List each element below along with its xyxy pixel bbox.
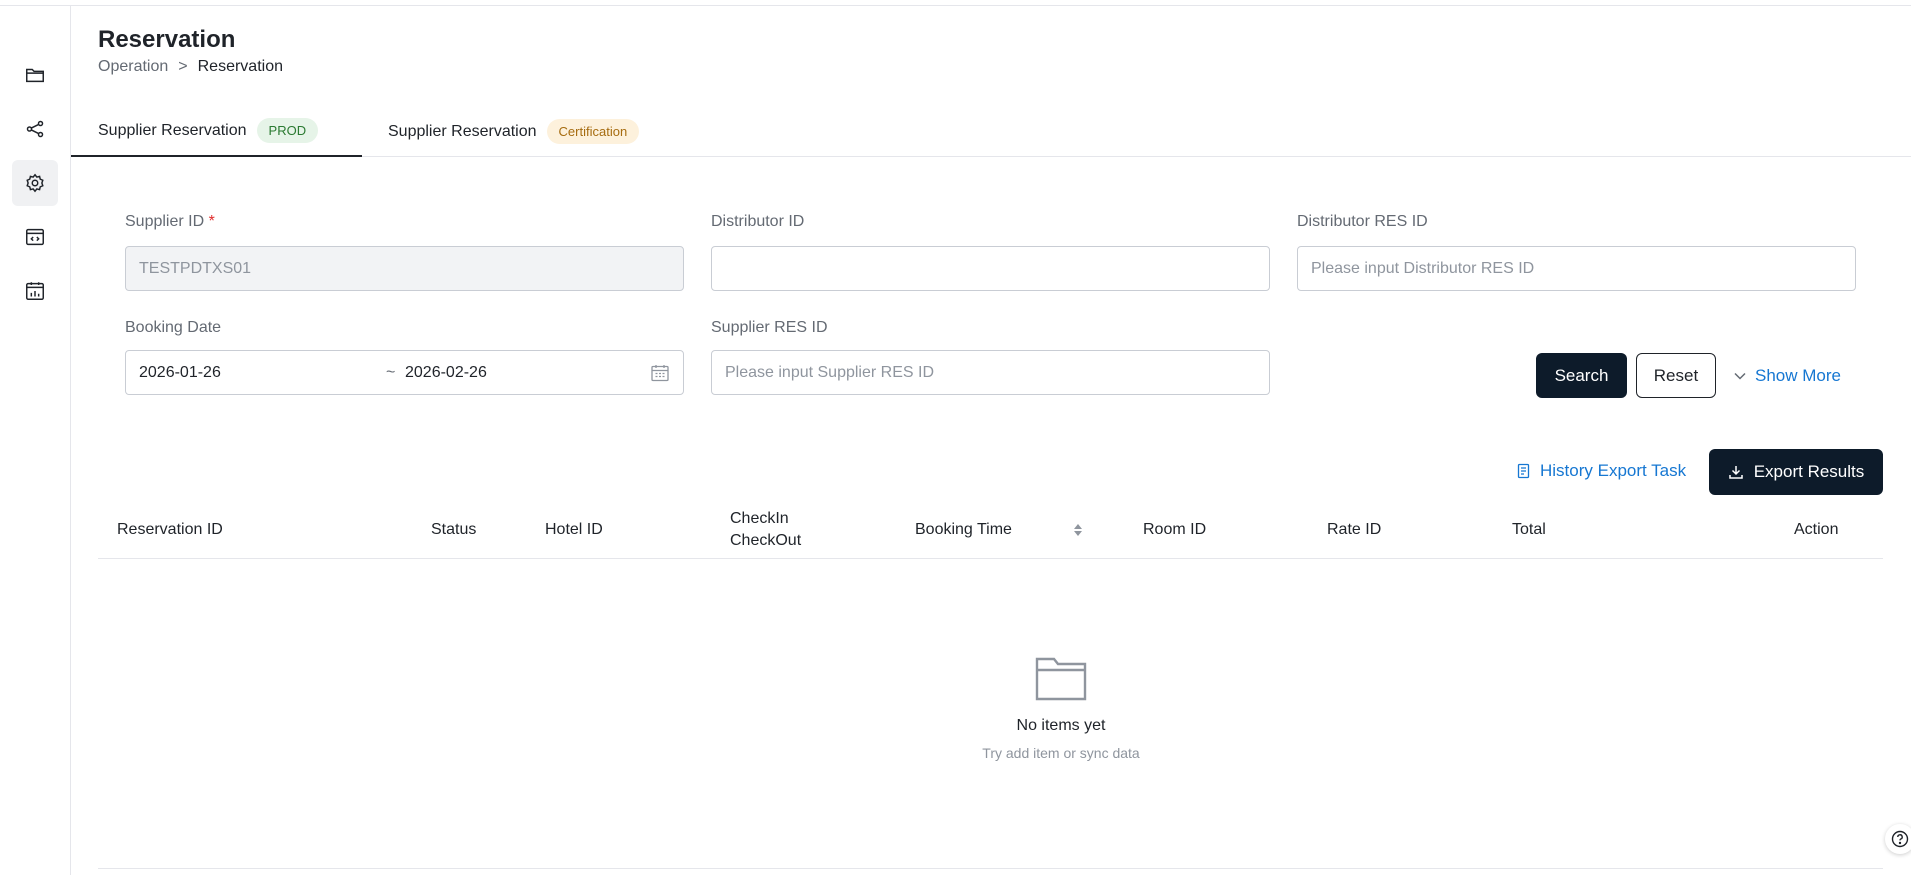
table-bottom-divider [98,868,1883,869]
column-rate-id: Rate ID [1327,521,1382,538]
sidebar-item-folder[interactable] [12,52,58,98]
breadcrumb-operation[interactable]: Operation [98,58,168,76]
supplier-id-value: TESTPDTXS01 [139,259,252,277]
booking-date-from: 2026-01-26 [139,363,221,381]
empty-folder-icon [1035,657,1087,701]
main-content: Reservation Operation > Reservation Supp… [71,6,1911,875]
chevron-down-icon [1734,372,1746,380]
booking-date-to: 2026-02-26 [405,363,487,381]
supplier-res-id-input[interactable]: Please input Supplier RES ID [711,350,1270,395]
history-export-task-link[interactable]: History Export Task [1516,461,1686,481]
supplier-id-input[interactable]: TESTPDTXS01 [125,246,684,291]
column-hotel-id: Hotel ID [545,521,603,538]
tab-bar: Supplier Reservation PROD Supplier Reser… [71,106,1911,157]
sidebar [0,6,71,875]
history-export-task-label: History Export Task [1540,461,1687,480]
supplier-id-label: Supplier ID * [125,213,215,231]
show-more-toggle[interactable]: Show More [1733,366,1841,386]
supplier-res-id-placeholder: Please input Supplier RES ID [725,363,934,381]
show-more-label: Show More [1755,366,1841,385]
sort-icon[interactable] [1072,522,1084,538]
breadcrumb: Operation > Reservation [98,58,283,76]
download-icon [1728,466,1743,479]
breadcrumb-separator: > [178,58,188,75]
breadcrumb-current: Reservation [197,58,283,75]
tab-label: Supplier Reservation [98,121,247,139]
export-results-button[interactable]: Export Results [1709,449,1883,495]
distributor-id-input[interactable] [711,246,1270,291]
tab-label: Supplier Reservation [388,122,537,140]
calendar-icon [651,365,669,382]
column-checkin-label: CheckIn [730,510,789,527]
table-header: Reservation ID Status Hotel ID CheckIn C… [98,501,1883,559]
distributor-res-id-input[interactable]: Please input Distributor RES ID [1297,246,1856,291]
page-title: Reservation [98,26,236,53]
share-icon [26,120,44,138]
distributor-res-id-placeholder: Please input Distributor RES ID [1311,259,1535,277]
column-booking-time[interactable]: Booking Time [915,501,1084,559]
reset-button[interactable]: Reset [1636,353,1716,398]
booking-date-range-picker[interactable]: 2026-01-26 ~ 2026-02-26 [125,350,684,395]
column-room-id: Room ID [1143,521,1207,538]
tab-supplier-reservation-certification[interactable]: Supplier Reservation Certification [388,106,640,157]
gear-icon [26,173,44,193]
empty-state-subtitle: Try add item or sync data [982,745,1140,761]
supplier-id-label-text: Supplier ID [125,213,205,230]
distributor-res-id-label: Distributor RES ID [1297,213,1428,230]
search-button[interactable]: Search [1536,353,1627,398]
prod-badge: PROD [256,118,319,143]
code-window-icon [26,228,44,246]
sidebar-item-share[interactable] [12,106,58,152]
sidebar-item-settings[interactable] [12,160,58,206]
supplier-res-id-label: Supplier RES ID [711,319,828,336]
help-button[interactable] [1885,824,1911,854]
column-checkin-checkout: CheckIn CheckOut [730,501,801,559]
sidebar-item-report[interactable] [12,268,58,314]
empty-state: No items yet Try add item or sync data [911,656,1211,761]
calendar-chart-icon [26,282,44,300]
document-list-icon [1517,463,1530,479]
column-booking-time-label: Booking Time [915,521,1012,538]
tab-supplier-reservation-prod[interactable]: Supplier Reservation PROD [71,106,362,157]
distributor-id-label: Distributor ID [711,213,805,230]
sidebar-item-code[interactable] [12,214,58,260]
booking-date-label: Booking Date [125,319,222,336]
export-results-label: Export Results [1753,462,1865,481]
column-action: Action [1794,521,1839,538]
folder-icon [26,68,44,83]
question-circle-icon [1891,830,1909,848]
column-checkout-label: CheckOut [730,532,802,549]
column-status: Status [431,521,477,538]
empty-state-title: No items yet [1016,717,1106,734]
certification-badge: Certification [546,119,640,144]
date-range-separator: ~ [386,363,396,381]
column-reservation-id: Reservation ID [117,521,223,538]
required-mark: * [208,213,215,230]
column-total: Total [1512,521,1546,538]
